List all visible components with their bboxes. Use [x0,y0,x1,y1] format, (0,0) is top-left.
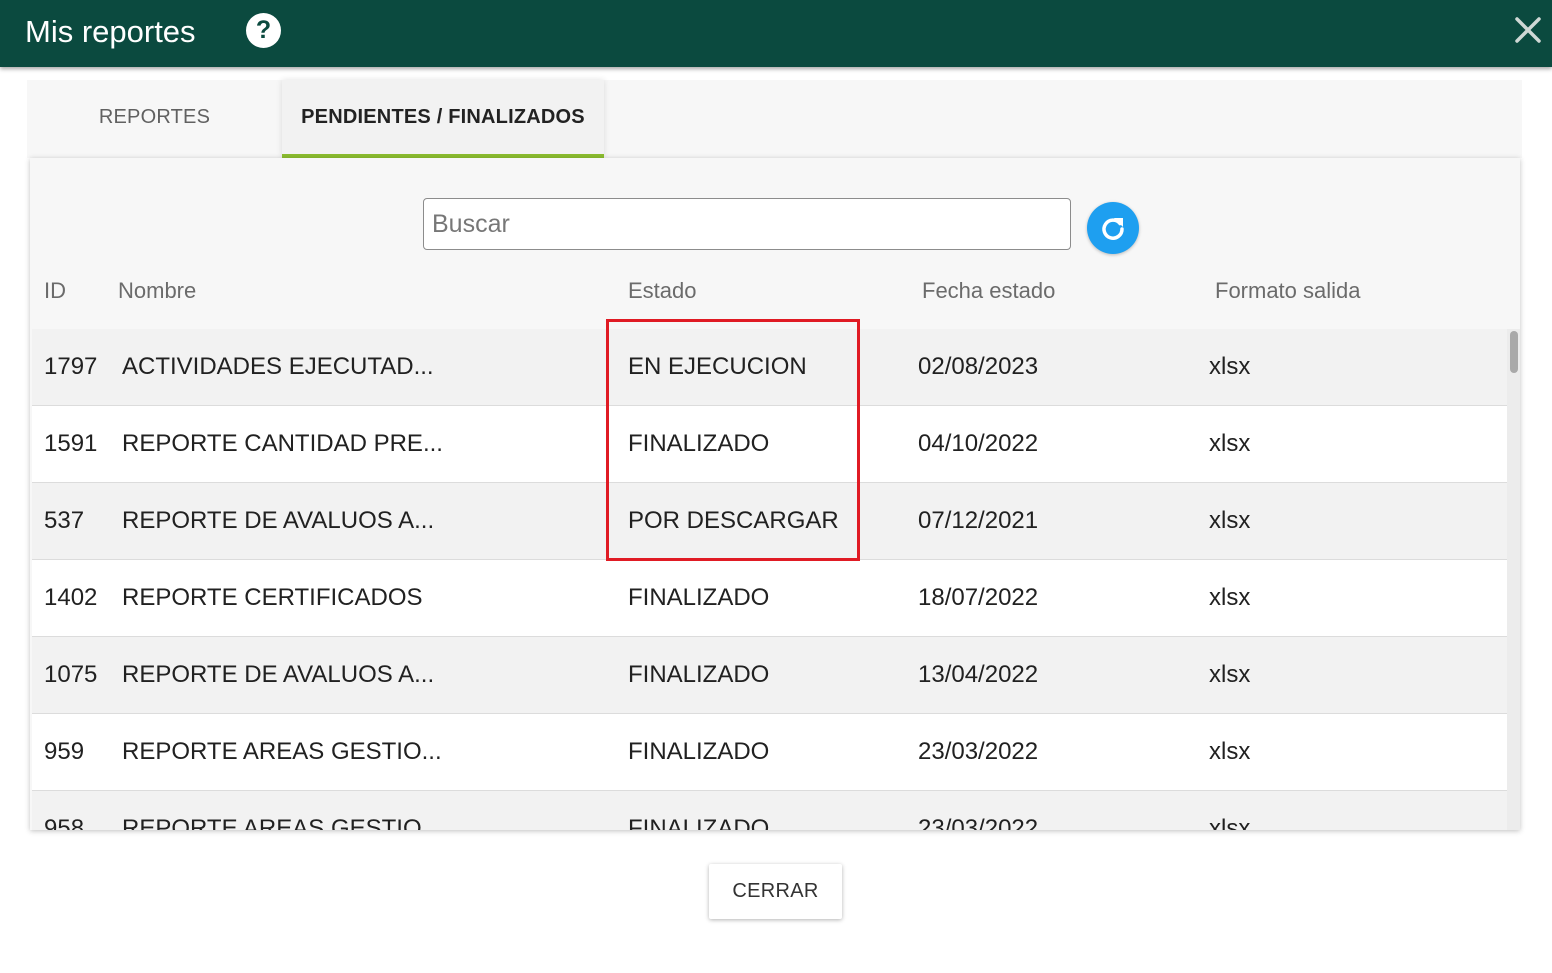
cell-nombre: ACTIVIDADES EJECUTAD... [122,353,434,380]
cell-id: 1402 [44,584,98,611]
table-row[interactable]: 959 REPORTE AREAS GESTIO... FINALIZADO 2… [32,714,1507,791]
estado-highlight-box [606,319,860,561]
cell-fecha: 23/03/2022 [918,815,1039,830]
cell-id: 1591 [44,430,98,457]
cell-estado: FINALIZADO [628,584,770,611]
cell-nombre: REPORTE DE AVALUOS A... [122,661,435,688]
tab-pendientes-finalizados[interactable]: PENDIENTES / FINALIZADOS [282,80,604,158]
column-header-nombre[interactable]: Nombre [118,276,196,306]
cell-fecha: 07/12/2021 [918,507,1039,534]
cell-estado: FINALIZADO [628,815,770,830]
search-input[interactable] [423,198,1071,250]
dialog-title-bar: Mis reportes ? [0,0,1552,67]
cell-nombre: REPORTE CERTIFICADOS [122,584,423,611]
refresh-icon [1102,218,1124,240]
cell-fecha: 13/04/2022 [918,661,1039,688]
tab-bar: REPORTES PENDIENTES / FINALIZADOS [27,80,1522,158]
cell-formato: xlsx [1209,738,1251,765]
refresh-button[interactable] [1087,202,1139,254]
scrollbar-thumb[interactable] [1510,331,1518,373]
cell-formato: xlsx [1209,661,1251,688]
column-header-id[interactable]: ID [44,276,66,306]
cell-formato: xlsx [1209,430,1251,457]
cell-id: 958 [44,815,85,830]
table-row[interactable]: 1402 REPORTE CERTIFICADOS FINALIZADO 18/… [32,560,1507,637]
cell-formato: xlsx [1209,507,1251,534]
cell-nombre: REPORTE DE AVALUOS A... [122,507,435,534]
cell-id: 959 [44,738,85,765]
tab-reportes[interactable]: REPORTES [27,80,282,158]
cerrar-button[interactable]: CERRAR [709,864,842,919]
close-icon[interactable] [1508,10,1548,50]
table-scrollbar[interactable] [1507,329,1520,830]
cell-estado: FINALIZADO [628,661,770,688]
cell-id: 1797 [44,353,98,380]
cell-id: 1075 [44,661,98,688]
column-header-fecha-estado[interactable]: Fecha estado [922,276,1055,306]
column-header-estado[interactable]: Estado [628,276,697,306]
cell-fecha: 02/08/2023 [918,353,1039,380]
cell-fecha: 04/10/2022 [918,430,1039,457]
cell-fecha: 23/03/2022 [918,738,1039,765]
cell-formato: xlsx [1209,815,1251,830]
cell-nombre: REPORTE AREAS GESTIO... [122,738,442,765]
column-header-formato-salida[interactable]: Formato salida [1215,276,1361,306]
help-icon[interactable]: ? [246,13,281,48]
cell-nombre: REPORTE AREAS GESTIO... [122,815,442,830]
cell-formato: xlsx [1209,353,1251,380]
cell-id: 537 [44,507,85,534]
table-row[interactable]: 958 REPORTE AREAS GESTIO... FINALIZADO 2… [32,791,1507,830]
cell-nombre: REPORTE CANTIDAD PRE... [122,430,443,457]
cell-estado: FINALIZADO [628,738,770,765]
cell-fecha: 18/07/2022 [918,584,1039,611]
cell-formato: xlsx [1209,584,1251,611]
table-row[interactable]: 1075 REPORTE DE AVALUOS A... FINALIZADO … [32,637,1507,714]
tab-label: PENDIENTES / FINALIZADOS [301,106,585,128]
dialog-title: Mis reportes [25,14,196,49]
